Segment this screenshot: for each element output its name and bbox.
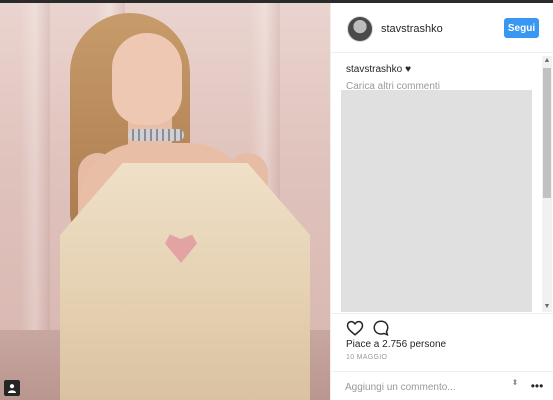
scroll-up-arrow-icon[interactable]: ▲	[542, 56, 552, 66]
speech-bubble-icon	[373, 320, 389, 337]
comment-input[interactable]	[345, 380, 505, 394]
like-button[interactable]	[345, 319, 365, 339]
comments-loading-placeholder	[341, 90, 532, 312]
post-caption: stavstrashko ♥	[346, 64, 411, 75]
photo-subject-dress	[60, 163, 310, 400]
follow-button[interactable]: Segui	[504, 18, 539, 38]
user-tag-icon-glyph	[8, 384, 16, 393]
post-date[interactable]: 10 MAGGIO	[346, 354, 387, 361]
post-details-panel: stavstrashko Segui stavstrashko ♥ Carica…	[330, 3, 553, 400]
post-header: stavstrashko Segui	[331, 3, 553, 53]
scroll-down-arrow-icon[interactable]: ▼	[542, 302, 552, 312]
photo-subject-face	[112, 33, 182, 125]
user-tag-icon[interactable]	[4, 380, 20, 396]
caption-username[interactable]: stavstrashko	[346, 64, 402, 75]
post-photo[interactable]	[0, 3, 330, 400]
avatar[interactable]	[347, 16, 373, 42]
comment-button[interactable]	[371, 319, 391, 339]
more-options-button[interactable]: •••	[529, 378, 545, 394]
header-username[interactable]: stavstrashko	[381, 23, 443, 35]
heart-outline-icon	[346, 320, 364, 336]
scrollbar-thumb[interactable]	[543, 68, 551, 198]
photo-subject-choker	[128, 129, 184, 141]
comments-scrollbar[interactable]: ▲ ▼	[542, 56, 552, 312]
caption-heart-icon: ♥	[405, 64, 412, 75]
add-comment-section: ⬍ •••	[331, 371, 553, 400]
likes-count[interactable]: Piace a 2.756 persone	[346, 339, 446, 350]
resize-spinner-icon: ⬍	[511, 378, 519, 387]
